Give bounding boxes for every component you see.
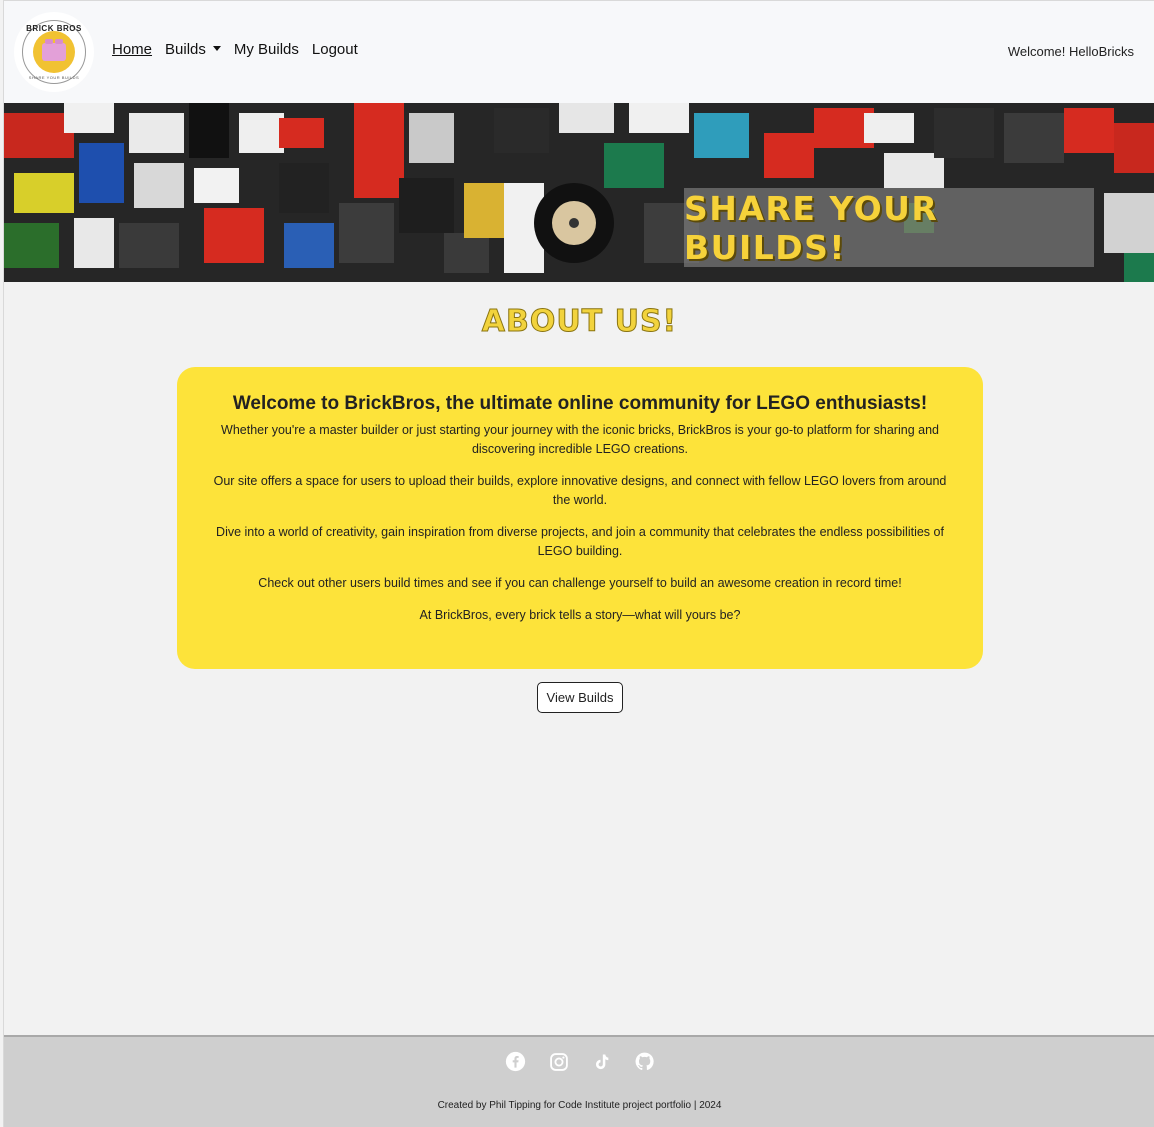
view-builds-button[interactable]: View Builds <box>537 682 623 713</box>
footer: Created by Phil Tipping for Code Institu… <box>4 1035 1154 1127</box>
github-icon[interactable] <box>633 1050 656 1073</box>
logo-disc <box>33 31 75 73</box>
about-card: Welcome to BrickBros, the ultimate onlin… <box>177 367 983 669</box>
hero-title: SHARE YOUR BUILDS! <box>684 188 939 267</box>
nav-builds-label: Builds <box>165 41 206 58</box>
welcome-user-text: Welcome! HelloBricks <box>1007 44 1134 59</box>
logo-title: BRICK BROS <box>26 24 82 33</box>
about-paragraph: Dive into a world of creativity, gain in… <box>216 525 944 558</box>
footer-credit: Created by Phil Tipping for Code Institu… <box>437 1100 722 1111</box>
social-links <box>504 1050 656 1073</box>
page: BRICK BROS SHARE YOUR BUILDS Home Builds… <box>3 0 1154 1127</box>
nav-logout-link[interactable]: Logout <box>312 41 358 58</box>
about-paragraph: Our site offers a space for users to upl… <box>213 474 947 507</box>
navbar: BRICK BROS SHARE YOUR BUILDS Home Builds… <box>4 1 1154 103</box>
logo-badge: BRICK BROS SHARE YOUR BUILDS <box>22 20 86 84</box>
brick-icon <box>42 39 66 61</box>
nav-my-builds-link[interactable]: My Builds <box>234 41 299 58</box>
about-heading: Welcome to BrickBros, the ultimate onlin… <box>209 393 951 415</box>
about-paragraph: Check out other users build times and se… <box>258 576 902 590</box>
about-heading-prefix: Welcome to <box>232 393 345 414</box>
about-title: ABOUT US! <box>481 304 678 340</box>
site-logo[interactable]: BRICK BROS SHARE YOUR BUILDS <box>14 12 94 92</box>
tiktok-icon[interactable] <box>590 1050 613 1073</box>
nav-links: Home Builds My Builds Logout <box>112 41 358 58</box>
facebook-icon[interactable] <box>504 1050 527 1073</box>
chevron-down-icon <box>212 46 221 51</box>
about-paragraph: At BrickBros, every brick tells a story—… <box>419 608 741 622</box>
about-paragraph: Whether you're a master builder or just … <box>221 423 939 456</box>
nav-home-link[interactable]: Home <box>112 41 152 58</box>
hero-image: SHARE YOUR BUILDS! <box>4 103 1154 282</box>
about-heading-suffix: , the ultimate online community for LEGO… <box>435 393 928 414</box>
about-heading-brand: BrickBros <box>344 393 436 414</box>
instagram-icon[interactable] <box>547 1050 570 1073</box>
nav-builds-dropdown[interactable]: Builds <box>165 41 221 58</box>
logo-tagline: SHARE YOUR BUILDS <box>28 75 80 80</box>
hero-banner: SHARE YOUR BUILDS! <box>684 188 1094 267</box>
